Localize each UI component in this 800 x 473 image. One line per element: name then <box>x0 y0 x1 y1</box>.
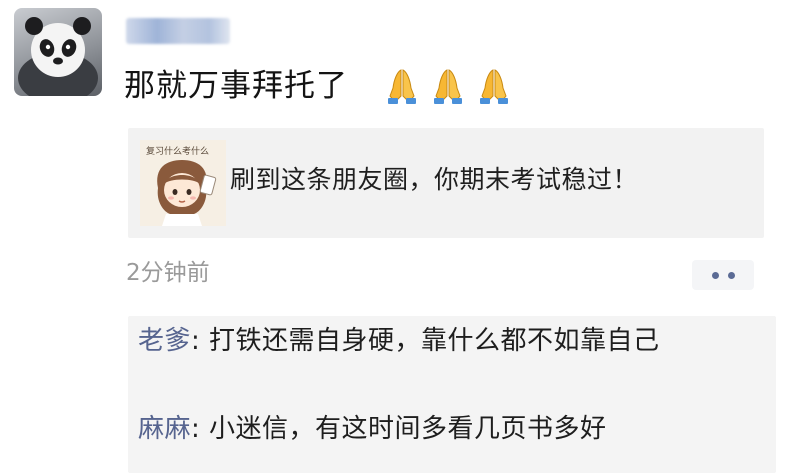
post-text: 那就万事拜托了 <box>124 68 348 104</box>
moments-post: 那就万事拜托了 复习什么考什么 刷到这条朋友圈，你期末考试稳过！ 2分钟前 老爹… <box>0 0 800 473</box>
folded-hands-emoji <box>474 66 514 106</box>
dot <box>727 271 735 279</box>
comments-section: 老爹: 打铁还需自身硬，靠什么都不如靠自己 麻麻: 小迷信，有这时间多看几页书多… <box>128 316 776 473</box>
folded-hands-emoji <box>382 66 422 106</box>
svg-text:复习什么考什么: 复习什么考什么 <box>146 145 209 157</box>
comment-item[interactable]: 老爹: 打铁还需自身硬，靠什么都不如靠自己 <box>138 322 758 360</box>
comment-text: 小迷信，有这时间多看几页书多好 <box>209 414 607 444</box>
username-blurred[interactable] <box>126 18 230 44</box>
folded-hands-emoji <box>428 66 468 106</box>
panda-avatar-icon[interactable] <box>14 8 102 96</box>
comment-author[interactable]: 老爹 <box>138 326 191 356</box>
comment-separator: : <box>191 326 210 356</box>
comment-text: 打铁还需自身硬，靠什么都不如靠自己 <box>209 326 660 356</box>
more-dots-icon[interactable] <box>692 260 754 290</box>
shared-link-card[interactable]: 复习什么考什么 刷到这条朋友圈，你期末考试稳过！ <box>128 128 764 238</box>
dot <box>711 271 719 279</box>
shared-link-title: 刷到这条朋友圈，你期末考试稳过！ <box>230 165 639 194</box>
comment-item[interactable]: 麻麻: 小迷信，有这时间多看几页书多好 <box>138 410 758 448</box>
cartoon-girl-thumbnail: 复习什么考什么 <box>140 140 226 226</box>
emoji-row <box>382 64 514 108</box>
post-timestamp: 2分钟前 <box>126 260 210 286</box>
comment-author[interactable]: 麻麻 <box>138 414 191 444</box>
comment-separator: : <box>191 414 210 444</box>
